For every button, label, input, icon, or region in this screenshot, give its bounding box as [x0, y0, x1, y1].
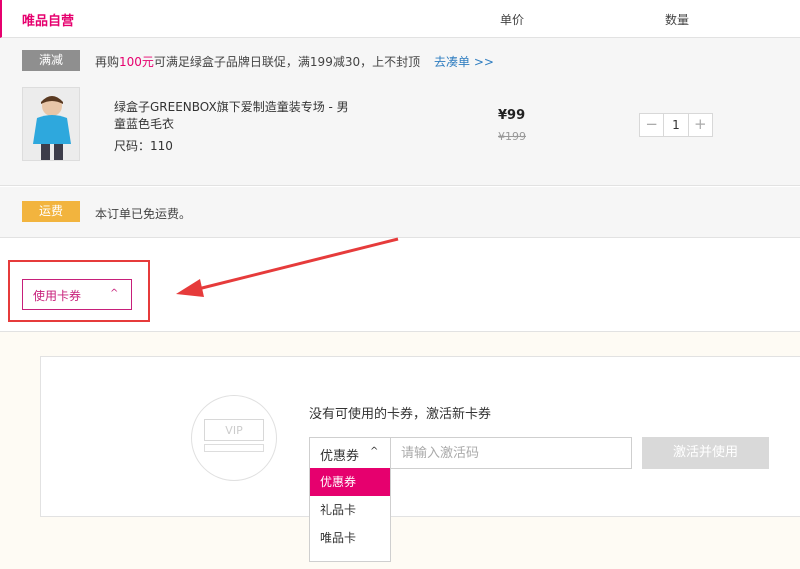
activate-and-use-button[interactable]: 激活并使用 — [642, 437, 769, 469]
quantity-value[interactable]: 1 — [663, 114, 689, 136]
use-coupon-button[interactable]: 使用卡券 ^ — [22, 279, 132, 310]
col-header-price: 单价 — [500, 13, 525, 27]
vip-card-text: VIP — [204, 419, 264, 441]
product-thumbnail[interactable] — [22, 87, 80, 161]
use-coupon-label: 使用卡券 — [33, 289, 82, 303]
product-size: 尺码：110 — [114, 139, 173, 153]
quantity-stepper: − 1 + — [639, 113, 713, 137]
dropdown-option-gift-card[interactable]: 礼品卡 — [310, 496, 390, 524]
boy-sweater-image — [23, 88, 79, 160]
promo-text: 再购100元可满足绿盒子品牌日联促，满199减30，上不封顶 — [95, 53, 420, 70]
promo-text-after: 可满足绿盒子品牌日联促，满199减30，上不封顶 — [153, 55, 421, 69]
coupon-type-select[interactable]: 优惠券 ^ — [309, 437, 391, 469]
chevron-up-icon: ^ — [370, 446, 379, 457]
add-more-link[interactable]: 去凑单 >> — [434, 53, 494, 70]
promo-tag-label: 满减 — [22, 50, 80, 71]
increase-button[interactable]: + — [689, 114, 712, 136]
product-name[interactable]: 绿盒子GREENBOX旗下爱制造童装专场 - 男童蓝色毛衣 — [114, 99, 354, 133]
shipping-text: 本订单已免运费。 — [95, 207, 192, 221]
decrease-button[interactable]: − — [640, 114, 663, 136]
store-title: 唯品自营 — [22, 14, 75, 29]
coupon-type-value: 优惠券 — [320, 449, 360, 464]
product-original-price: ¥199 — [498, 130, 526, 143]
product-price: ¥99 — [498, 108, 526, 123]
chevron-up-icon: ^ — [110, 288, 119, 299]
annotation-arrow — [176, 237, 399, 297]
promo-text-before: 再购 — [95, 55, 120, 69]
promo-amount: 100元 — [119, 55, 154, 69]
vip-card-stripe — [204, 444, 264, 452]
dropdown-option-vip-card[interactable]: 唯品卡 — [310, 524, 390, 552]
col-header-quantity: 数量 — [665, 13, 690, 27]
promo-tag: 满减 — [22, 50, 80, 71]
shipping-tag: 运费 — [22, 201, 80, 222]
coupon-type-dropdown: 优惠券 礼品卡 唯品卡 — [309, 468, 391, 562]
shipping-tag-label: 运费 — [22, 201, 80, 222]
activation-code-input[interactable] — [390, 437, 632, 469]
dropdown-option-coupon[interactable]: 优惠券 — [310, 468, 390, 496]
no-coupon-message: 没有可使用的卡券，激活新卡券 — [309, 407, 492, 422]
